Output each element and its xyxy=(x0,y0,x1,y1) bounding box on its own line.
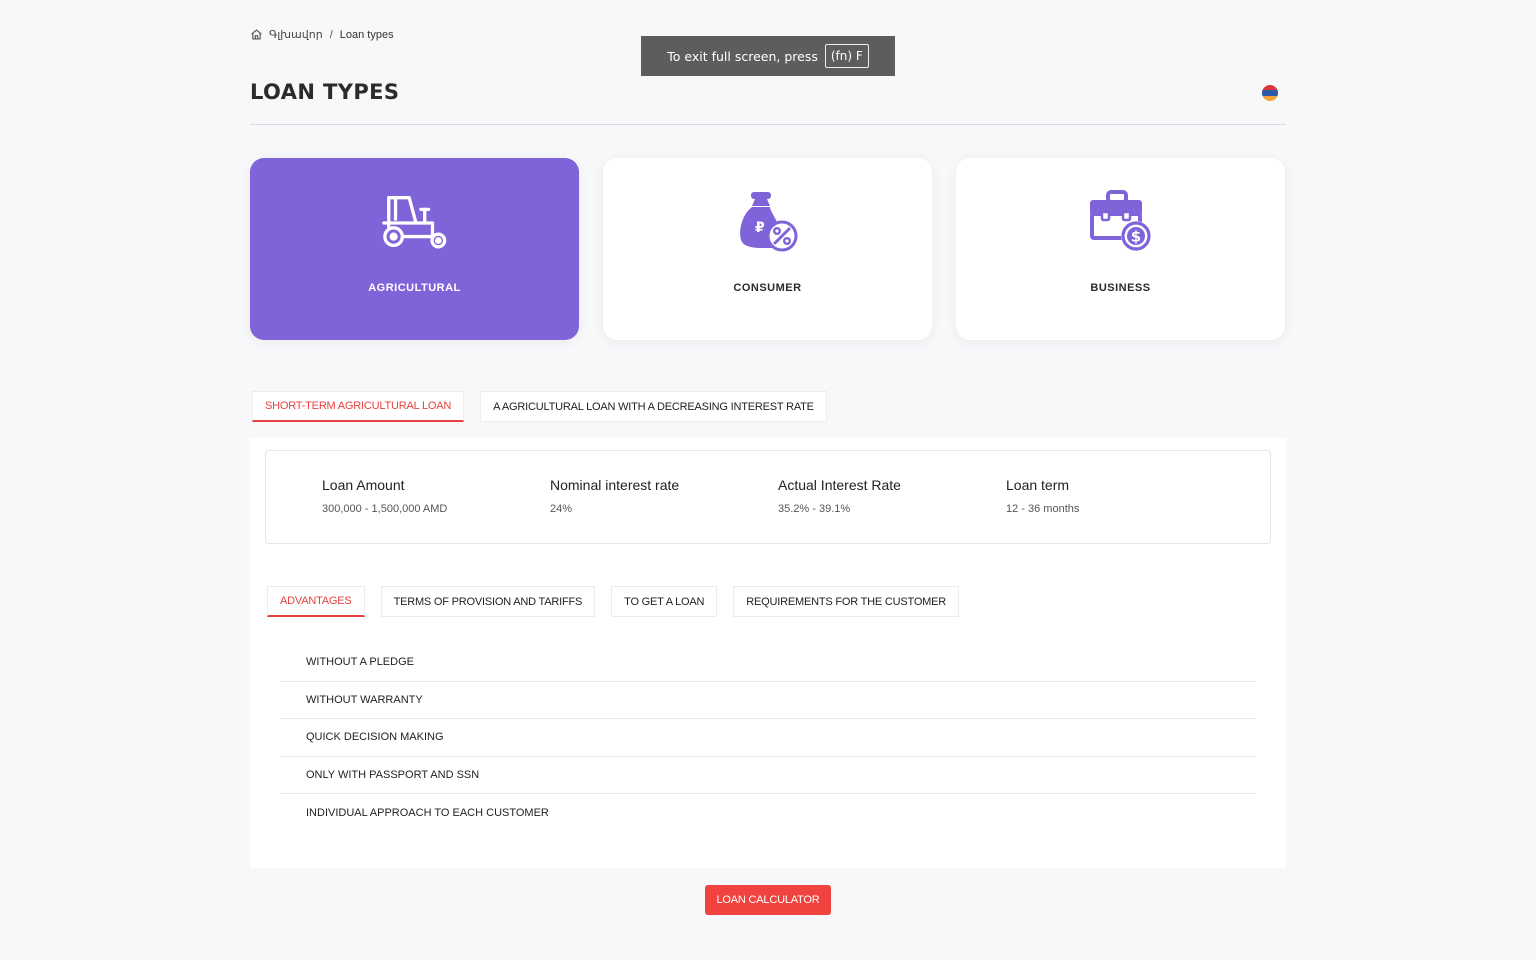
detail-tabs: ADVANTAGES TERMS OF PROVISION AND TARIFF… xyxy=(267,586,960,617)
fullscreen-toast: To exit full screen, press (fn) F xyxy=(641,36,895,76)
tab-customer-requirements[interactable]: REQUIREMENTS FOR THE CUSTOMER xyxy=(733,586,960,617)
breadcrumb-current: Loan types xyxy=(339,28,394,41)
info-value: 300,000 - 1,500,000 AMD xyxy=(322,503,448,515)
loan-details-panel: Loan Amount 300,000 - 1,500,000 AMD Nomi… xyxy=(250,438,1286,868)
breadcrumb-home-link[interactable]: Գլխավոր xyxy=(269,28,323,41)
list-item: ONLY WITH PASSPORT AND SSN xyxy=(280,757,1256,794)
briefcase-dollar-icon: $ xyxy=(1086,190,1156,254)
info-label: Loan term xyxy=(1006,477,1070,493)
nominal-rate-info: Nominal interest rate 24% xyxy=(550,477,679,515)
language-flag-icon[interactable] xyxy=(1262,85,1278,101)
info-label: Actual Interest Rate xyxy=(778,477,901,493)
info-value: 24% xyxy=(550,503,573,515)
money-bag-percent-icon: ₽ xyxy=(733,190,803,254)
loan-type-card-agricultural[interactable]: AGRICULTURAL xyxy=(250,158,579,340)
loan-type-card-consumer[interactable]: ₽ CONSUMER xyxy=(603,158,932,340)
tractor-icon xyxy=(380,190,450,254)
list-item: WITHOUT WARRANTY xyxy=(280,682,1256,719)
info-label: Loan Amount xyxy=(322,477,405,493)
loan-type-label: BUSINESS xyxy=(1090,282,1151,294)
tab-advantages[interactable]: ADVANTAGES xyxy=(267,586,365,617)
list-item: INDIVIDUAL APPROACH TO EACH CUSTOMER xyxy=(306,806,549,819)
advantages-list: WITHOUT A PLEDGE WITHOUT WARRANTY QUICK … xyxy=(280,644,1256,832)
list-item: QUICK DECISION MAKING xyxy=(280,719,1256,757)
header-divider xyxy=(250,124,1286,125)
list-item: WITHOUT A PLEDGE xyxy=(280,644,1256,682)
tab-to-get-a-loan[interactable]: TO GET A LOAN xyxy=(611,586,718,617)
loan-type-cards: AGRICULTURAL ₽ CONSUMER $ BUSINESS xyxy=(250,158,1285,340)
loan-term-info: Loan term 12 - 36 months xyxy=(1006,477,1079,515)
loan-amount-info: Loan Amount 300,000 - 1,500,000 AMD xyxy=(322,477,447,515)
breadcrumb-separator: / xyxy=(329,28,333,41)
loan-calculator-button[interactable]: LOAN CALCULATOR xyxy=(705,885,831,915)
tab-terms-of-provision[interactable]: TERMS OF PROVISION AND TARIFFS xyxy=(380,586,596,617)
tab-short-term-agricultural-loan[interactable]: SHORT-TERM AGRICULTURAL LOAN xyxy=(252,391,465,422)
page-title: LOAN TYPES xyxy=(250,80,400,104)
loan-summary-box: Loan Amount 300,000 - 1,500,000 AMD Nomi… xyxy=(265,450,1271,544)
info-label: Nominal interest rate xyxy=(550,477,680,493)
actual-rate-info: Actual Interest Rate 35.2% - 39.1% xyxy=(778,477,901,515)
loan-type-label: AGRICULTURAL xyxy=(368,282,461,294)
info-value: 35.2% - 39.1% xyxy=(778,503,851,515)
info-value: 12 - 36 months xyxy=(1006,503,1080,515)
svg-text:$: $ xyxy=(1130,228,1140,246)
loan-type-card-business[interactable]: $ BUSINESS xyxy=(956,158,1285,340)
breadcrumb: Գլխավոր / Loan types xyxy=(250,28,394,41)
fullscreen-toast-key: (fn) F xyxy=(824,44,869,68)
loan-subtype-tabs: SHORT-TERM AGRICULTURAL LOAN A AGRICULTU… xyxy=(252,391,827,422)
fullscreen-toast-text: To exit full screen, press xyxy=(667,48,818,64)
loan-type-label: CONSUMER xyxy=(733,282,802,294)
tab-decreasing-interest-rate-loan[interactable]: A AGRICULTURAL LOAN WITH A DECREASING IN… xyxy=(480,391,827,422)
svg-text:₽: ₽ xyxy=(755,220,765,236)
home-icon[interactable] xyxy=(250,28,263,41)
